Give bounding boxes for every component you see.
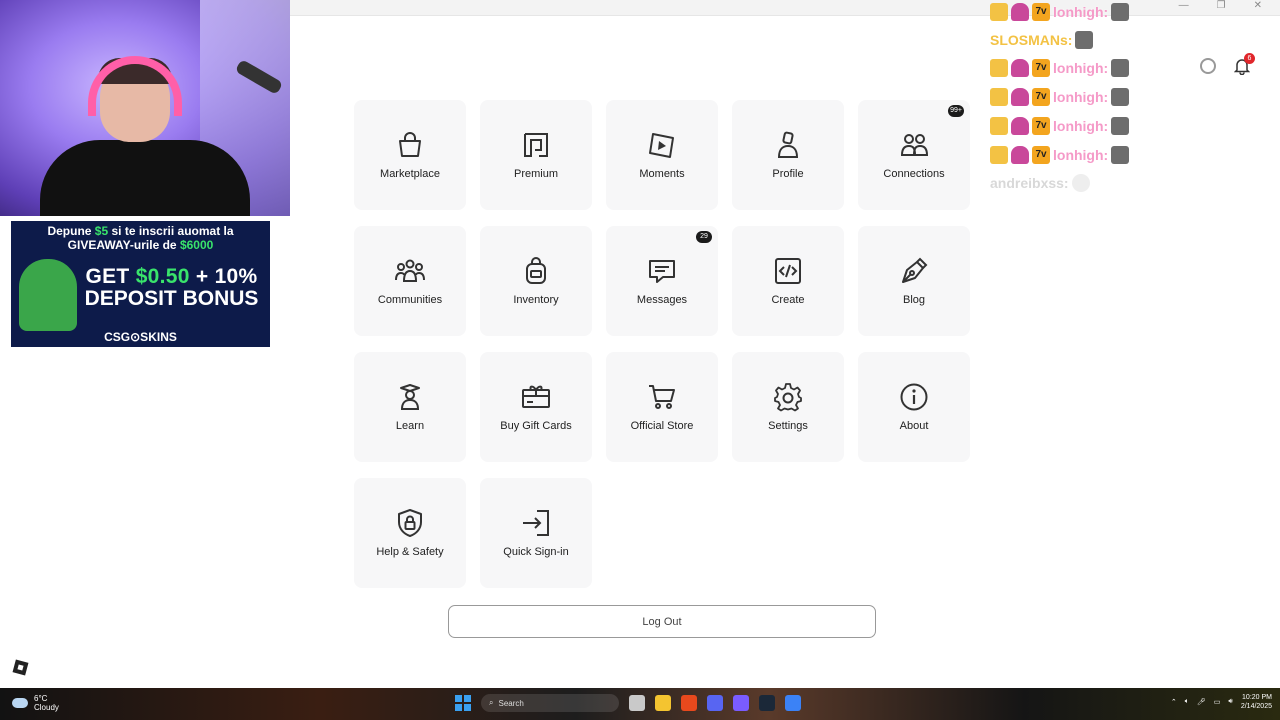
chat-message: andreibxss: [990,172,1090,194]
tile-help-safety[interactable]: Help & Safety [354,478,466,588]
crown-badge-icon [990,59,1008,77]
volume-icon[interactable]: 🔊︎ [1228,698,1232,706]
brave-browser-icon[interactable] [681,695,697,711]
notification-bell-icon[interactable]: 6 [1233,53,1255,76]
windows-start-icon[interactable] [455,695,471,711]
info-icon [900,383,928,411]
tile-about[interactable]: About [858,352,970,462]
tile-moments[interactable]: Moments [606,100,718,210]
emote-icon [1075,31,1094,49]
crown-badge-icon [990,3,1008,21]
sponsor-logo: CSG⊙SKINS [104,330,177,344]
crown-badge-icon [990,88,1008,106]
backpack-icon [526,257,546,284]
weather-widget[interactable]: 6°C Cloudy [12,694,59,712]
task-view-icon[interactable] [629,695,645,711]
tile-marketplace[interactable]: Marketplace [354,100,466,210]
taskbar-search[interactable]: ⌕ Search [481,694,619,712]
tile-official-store[interactable]: Official Store [606,352,718,462]
speaker-icon[interactable]: 🔈︎ [1185,698,1189,706]
chat-message: 7v lonhigh: [990,1,1130,23]
gift-card-icon [522,385,550,408]
connections-people-icon [900,134,929,156]
close-icon[interactable]: ✕ [1254,0,1262,11]
chat-message: 7v lonhigh: [990,86,1130,108]
hood-badge-icon [1011,146,1029,164]
hood-badge-icon [1011,3,1029,21]
window-controls: — ❐ ✕ [1179,0,1262,11]
discord-icon[interactable] [707,695,723,711]
emote-icon [1111,3,1130,21]
system-tray: ⌃ 🔈︎ 🎤︎ ▭ 🔊︎ 10:20 PM 2/14/2025 [1171,693,1272,711]
network-icon[interactable]: ▭ [1214,698,1221,706]
chat-message: 7v lonhigh: [990,144,1130,166]
clock[interactable]: 10:20 PM 2/14/2025 [1241,693,1272,711]
pen-nib-icon [902,257,928,283]
roblox-logo-icon[interactable] [12,659,29,676]
shield-lock-icon [398,509,422,537]
profile-person-icon [777,131,799,158]
chat-message: 7v lonhigh: [990,115,1130,137]
apps-grid-icon[interactable] [733,695,749,711]
message-icon [649,260,675,283]
communities-group-icon [395,259,425,282]
browser-top-bar: — ❐ ✕ [290,0,1280,16]
emote-icon [1111,117,1130,135]
header-icons: 6 [1200,53,1255,76]
shopping-bag-icon [399,132,421,157]
tile-settings[interactable]: Settings [732,352,844,462]
more-menu-grid: Marketplace Premium Moments Profile 99+ … [354,100,970,588]
roblox-app-icon[interactable] [785,695,801,711]
microphone-icon[interactable]: 🎤︎ [1197,698,1206,706]
graduate-icon [400,384,420,410]
premium-icon [524,133,548,157]
hood-badge-icon [1011,88,1029,106]
hood-badge-icon [1011,117,1029,135]
chat-message: 7v lonhigh: [990,57,1130,79]
hood-badge-icon [1011,59,1029,77]
chat-message: SLOSMANs: [990,29,1094,51]
messages-count-badge: 29 [696,231,712,243]
gear-icon [774,383,802,412]
sponsor-mascot [19,259,77,331]
tile-buy-gift-cards[interactable]: Buy Gift Cards [480,352,592,462]
tile-profile[interactable]: Profile [732,100,844,210]
windows-taskbar: 6°C Cloudy ⌕ Search ⌃ 🔈︎ 🎤︎ ▭ 🔊︎ 10:20 P… [0,688,1280,720]
tile-inventory[interactable]: Inventory [480,226,592,336]
taskbar-apps: ⌕ Search [455,694,801,712]
maximize-icon[interactable]: ❐ [1217,0,1226,11]
emote-icon [1111,59,1130,77]
steam-icon[interactable] [759,695,775,711]
moments-play-icon [649,133,674,158]
notification-count-badge: 6 [1244,53,1255,64]
tile-quick-sign-in[interactable]: Quick Sign-in [480,478,592,588]
tile-create[interactable]: Create [732,226,844,336]
crown-badge-icon [990,146,1008,164]
log-out-button[interactable]: Log Out [448,605,876,638]
crown-badge-icon [990,117,1008,135]
code-icon [775,258,801,284]
tile-communities[interactable]: Communities [354,226,466,336]
cart-icon [649,385,675,409]
sponsor-banner: Depune $5 si te inscrii auomat la GIVEAW… [11,221,270,347]
emote-icon [1111,88,1130,106]
sign-in-icon [523,510,549,536]
search-icon: ⌕ [489,698,494,707]
tile-learn[interactable]: Learn [354,352,466,462]
connections-count-badge: 99+ [948,105,964,117]
cloud-icon [12,698,28,708]
chevron-up-icon[interactable]: ⌃ [1171,698,1177,706]
file-explorer-icon[interactable] [655,695,671,711]
robux-icon[interactable] [1200,58,1216,74]
tile-premium[interactable]: Premium [480,100,592,210]
tile-connections[interactable]: 99+ Connections [858,100,970,210]
emote-icon [1071,174,1090,192]
tile-messages[interactable]: 29 Messages [606,226,718,336]
minimize-icon[interactable]: — [1179,0,1189,11]
streamer-webcam [0,0,290,216]
tile-blog[interactable]: Blog [858,226,970,336]
emote-icon [1111,146,1130,164]
